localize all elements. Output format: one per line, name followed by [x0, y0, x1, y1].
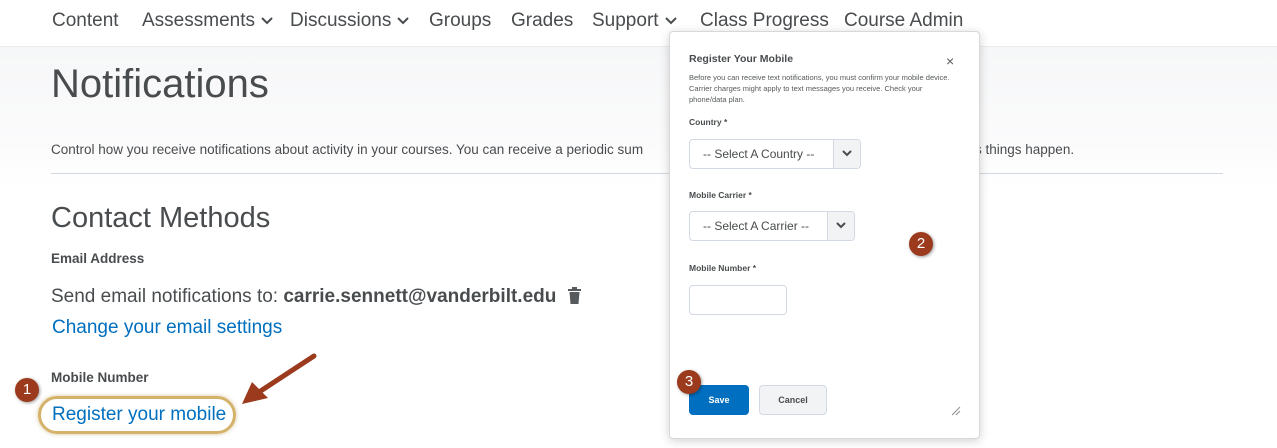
chevron-down-icon — [261, 17, 273, 25]
chevron-down-icon — [833, 140, 860, 168]
intro-text: Control how you receive notifications ab… — [51, 142, 644, 157]
section-title-contact-methods: Contact Methods — [51, 202, 271, 234]
cancel-button[interactable]: Cancel — [759, 385, 827, 415]
nav-class-progress[interactable]: Class Progress — [700, 10, 829, 32]
email-value: carrie.sennett@vanderbilt.edu — [283, 286, 557, 307]
course-navbar: Content Assessments Discussions Groups G… — [0, 0, 1277, 47]
nav-assessments[interactable]: Assessments — [142, 10, 273, 32]
nav-grades[interactable]: Grades — [511, 10, 573, 32]
nav-support[interactable]: Support — [592, 10, 677, 32]
nav-groups-label: Groups — [429, 10, 492, 31]
carrier-select[interactable]: -- Select A Carrier -- — [689, 211, 855, 241]
nav-assessments-label: Assessments — [142, 10, 255, 31]
carrier-select-value: -- Select A Carrier -- — [703, 219, 810, 233]
email-notification-line: Send email notifications to: carrie.senn… — [51, 286, 581, 310]
divider — [51, 173, 1223, 174]
trash-icon[interactable] — [567, 287, 581, 310]
country-select[interactable]: -- Select A Country -- — [689, 139, 861, 169]
page-title: Notifications — [51, 62, 269, 106]
register-mobile-dialog: Register Your Mobile × Before you can re… — [669, 31, 980, 439]
nav-content[interactable]: Content — [52, 10, 119, 32]
mobile-carrier-label: Mobile Carrier * — [689, 190, 752, 200]
nav-discussions[interactable]: Discussions — [290, 10, 410, 32]
chevron-down-icon — [827, 212, 854, 240]
nav-support-label: Support — [592, 10, 659, 31]
nav-course-admin-label: Course Admin — [844, 10, 964, 31]
step-badge-2: 2 — [909, 232, 933, 256]
step-badge-1: 1 — [15, 378, 39, 402]
chevron-down-icon — [397, 17, 410, 25]
dialog-description: Before you can receive text notification… — [689, 73, 950, 104]
register-mobile-link[interactable]: Register your mobile — [52, 404, 226, 426]
mobile-number-input[interactable] — [689, 285, 787, 315]
close-icon[interactable]: × — [946, 53, 954, 69]
mobile-number-field-label: Mobile Number * — [689, 263, 757, 273]
chevron-down-icon — [664, 17, 677, 25]
step-badge-3: 3 — [677, 370, 701, 394]
mobile-number-label: Mobile Number — [51, 370, 149, 385]
nav-groups[interactable]: Groups — [429, 10, 491, 32]
nav-grades-label: Grades — [511, 10, 574, 31]
nav-content-label: Content — [52, 10, 119, 31]
country-label: Country * — [689, 117, 728, 127]
email-prefix: Send email notifications to: — [51, 286, 279, 307]
country-select-value: -- Select A Country -- — [703, 147, 815, 161]
nav-class-progress-label: Class Progress — [700, 10, 829, 31]
pointer-arrow-icon — [242, 353, 317, 404]
dialog-title: Register Your Mobile — [689, 53, 794, 65]
resize-grip-icon[interactable] — [951, 406, 961, 416]
change-email-settings-link[interactable]: Change your email settings — [52, 317, 282, 339]
intro-text-tail: s things happen. — [975, 142, 1075, 157]
nav-discussions-label: Discussions — [290, 10, 392, 31]
nav-course-admin[interactable]: Course Admin — [844, 10, 963, 32]
email-address-label: Email Address — [51, 251, 145, 266]
